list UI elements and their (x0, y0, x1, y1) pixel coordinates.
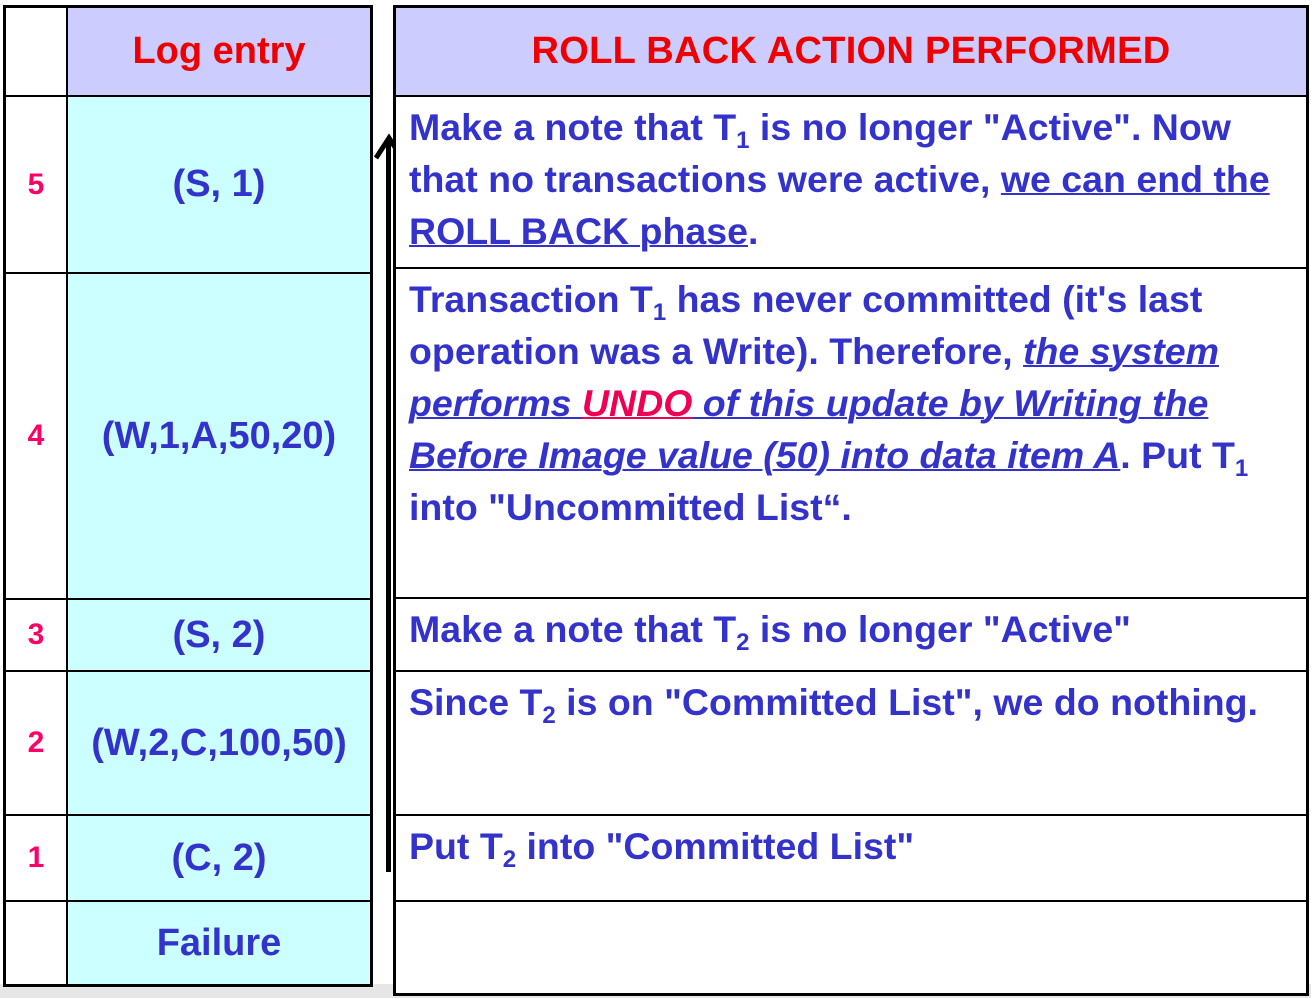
log-row: 5 (S, 1) (6, 97, 370, 274)
log-number: 5 (6, 97, 66, 272)
action-text: Put T2 into "Committed List" (409, 825, 915, 873)
action-text: Make a note that T1 is no longer "Active… (409, 106, 1270, 252)
rollback-action-header: ROLL BACK ACTION PERFORMED (396, 8, 1306, 97)
log-entry: (S, 1) (66, 97, 370, 272)
log-number (6, 902, 66, 984)
log-number-header-cell (6, 8, 66, 95)
action-text: Make a note that T2 is no longer "Active… (409, 608, 1131, 656)
action-text: Transaction T1 has never committed (it's… (409, 278, 1249, 528)
action-row: Put T2 into "Committed List" (396, 816, 1306, 902)
action-row: Transaction T1 has never committed (it's… (396, 269, 1306, 599)
log-entry: (W,2,C,100,50) (66, 672, 370, 814)
rollback-action-table: ROLL BACK ACTION PERFORMED Make a note t… (393, 5, 1309, 996)
log-row: 3 (S, 2) (6, 600, 370, 672)
log-number: 1 (6, 816, 66, 900)
log-number: 4 (6, 274, 66, 598)
log-row: 2 (W,2,C,100,50) (6, 672, 370, 816)
log-row: Failure (6, 902, 370, 984)
undo-highlight: UNDO (581, 382, 693, 424)
action-row: Since T2 is on "Committed List", we do n… (396, 672, 1306, 816)
log-table-header-row: Log entry (6, 8, 370, 97)
log-entry: (S, 2) (66, 600, 370, 670)
action-text: Since T2 is on "Committed List", we do n… (409, 681, 1258, 729)
log-number: 2 (6, 672, 66, 814)
log-entry: (C, 2) (66, 816, 370, 900)
log-entry-header: Log entry (66, 8, 370, 95)
log-number: 3 (6, 600, 66, 670)
log-table: Log entry 5 (S, 1) 4 (W,1,A,50,20) 3 (S,… (3, 5, 373, 987)
log-row: 4 (W,1,A,50,20) (6, 274, 370, 600)
action-row: Make a note that T2 is no longer "Active… (396, 599, 1306, 672)
action-row: Make a note that T1 is no longer "Active… (396, 97, 1306, 269)
log-entry: Failure (66, 902, 370, 984)
log-entry: (W,1,A,50,20) (66, 274, 370, 598)
action-row-empty (396, 902, 1306, 993)
log-row: 1 (C, 2) (6, 816, 370, 902)
rollback-direction-arrow-shaft (386, 140, 391, 872)
action-text (396, 902, 1306, 906)
